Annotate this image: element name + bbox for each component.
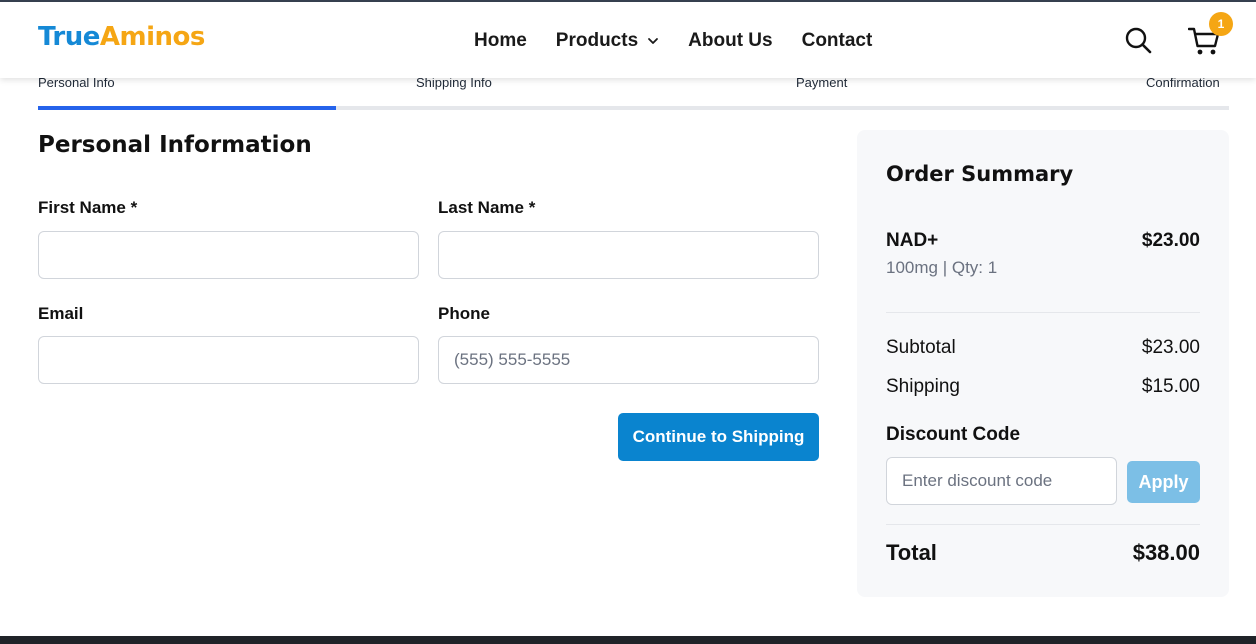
item-price: $23.00 xyxy=(1141,230,1200,251)
brand-logo-part2: Aminos xyxy=(99,22,205,52)
site-header: TrueAminos Home Products About Us Contac… xyxy=(0,2,1256,78)
email-field[interactable] xyxy=(38,336,419,384)
checkout-progress-fill xyxy=(38,106,336,110)
footer xyxy=(0,636,1256,644)
nav-about[interactable]: About Us xyxy=(688,30,772,52)
summary-divider xyxy=(886,312,1200,313)
nav-contact[interactable]: Contact xyxy=(802,30,873,52)
total-label: Total xyxy=(886,540,937,565)
form-title: Personal Information xyxy=(38,132,312,158)
email-label: Email xyxy=(38,304,84,323)
item-detail: 100mg | Qty: 1 xyxy=(886,258,998,277)
search-icon[interactable] xyxy=(1124,26,1152,54)
order-summary-panel: Order Summary NAD+ $23.00 100mg | Qty: 1… xyxy=(857,130,1229,597)
apply-discount-button[interactable]: Apply xyxy=(1127,461,1200,503)
summary-divider xyxy=(886,524,1200,525)
order-summary-title: Order Summary xyxy=(886,162,1074,186)
checkout-progress-bar xyxy=(38,106,1229,110)
last-name-label: Last Name * xyxy=(438,198,536,217)
nav-products[interactable]: Products xyxy=(556,30,659,52)
chevron-down-icon xyxy=(648,38,659,44)
nav-home[interactable]: Home xyxy=(474,30,527,52)
cart-count-badge: 1 xyxy=(1209,12,1233,36)
brand-logo[interactable]: TrueAminos xyxy=(38,22,205,52)
first-name-label: First Name * xyxy=(38,198,138,217)
continue-to-shipping-button[interactable]: Continue to Shipping xyxy=(618,413,819,461)
last-name-field[interactable] xyxy=(438,231,819,279)
item-name: NAD+ xyxy=(886,230,939,251)
shipping-label: Shipping xyxy=(886,376,960,397)
first-name-field[interactable] xyxy=(38,231,419,279)
subtotal-label: Subtotal xyxy=(886,337,956,358)
phone-field[interactable] xyxy=(438,336,819,384)
phone-label: Phone xyxy=(438,304,490,323)
discount-code-input[interactable] xyxy=(886,457,1117,505)
brand-logo-part1: True xyxy=(38,22,100,52)
total-value: $38.00 xyxy=(1132,540,1200,565)
nav-home-label: Home xyxy=(474,30,527,51)
nav-about-label: About Us xyxy=(688,30,773,51)
shipping-value: $15.00 xyxy=(1141,376,1200,397)
main-nav: Home Products About Us Contact xyxy=(474,30,901,52)
nav-contact-label: Contact xyxy=(801,30,873,51)
discount-code-label: Discount Code xyxy=(886,424,1021,445)
nav-products-label: Products xyxy=(555,30,639,51)
subtotal-value: $23.00 xyxy=(1141,337,1200,358)
